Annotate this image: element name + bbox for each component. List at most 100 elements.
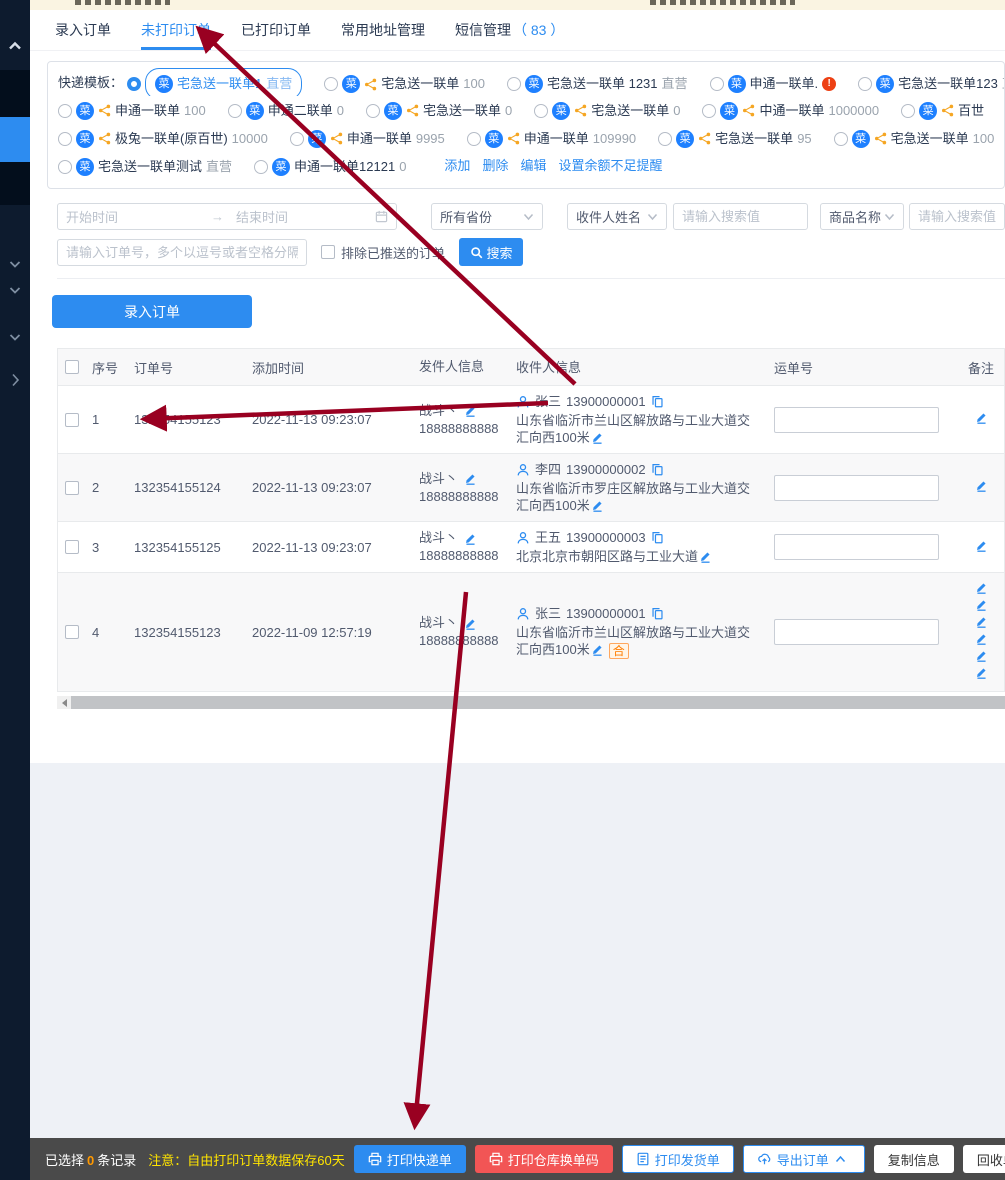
express-template-option[interactable]: 菜宅急送一联单 1231直营	[507, 70, 692, 96]
radio-icon[interactable]	[467, 132, 481, 146]
waybill-input[interactable]	[774, 619, 939, 645]
edit-pencil-icon[interactable]	[591, 643, 604, 656]
waybill-input[interactable]	[774, 534, 939, 560]
radio-icon[interactable]	[834, 132, 848, 146]
edit-pencil-icon[interactable]	[975, 479, 988, 492]
exclude-pushed-checkbox[interactable]	[321, 245, 335, 259]
radio-icon[interactable]	[58, 160, 72, 174]
radio-icon[interactable]	[127, 77, 141, 91]
edit-pencil-icon[interactable]	[975, 615, 988, 628]
edit-pencil-icon[interactable]	[464, 472, 477, 485]
product-name-select[interactable]: 商品名称	[820, 203, 904, 230]
radio-icon[interactable]	[58, 132, 72, 146]
note-edit[interactable]	[975, 411, 988, 428]
radio-icon[interactable]	[658, 132, 672, 146]
note-edit[interactable]	[975, 581, 988, 598]
horizontal-scrollbar[interactable]	[57, 696, 1005, 709]
radio-icon[interactable]	[58, 104, 72, 118]
edit-pencil-icon[interactable]	[464, 532, 477, 545]
express-template-option[interactable]: 菜申通二联单0	[228, 97, 348, 124]
row-checkbox[interactable]	[65, 413, 79, 427]
express-template-option[interactable]: 菜宅急送一联单0	[534, 97, 684, 124]
select-all-checkbox[interactable]	[65, 360, 79, 374]
express-template-option[interactable]: 菜申通一联单121210	[254, 153, 410, 180]
edit-pencil-icon[interactable]	[464, 404, 477, 417]
tab-5[interactable]: 短信管理（ 83 ）	[455, 10, 564, 50]
note-edit[interactable]	[975, 615, 988, 632]
footer-button[interactable]: 打印快递单	[354, 1145, 466, 1173]
copy-icon[interactable]	[651, 395, 664, 408]
chevron-down-icon[interactable]	[0, 282, 30, 300]
chevron-down-icon[interactable]	[0, 329, 30, 347]
tab-1[interactable]: 录入订单	[55, 10, 111, 50]
radio-icon[interactable]	[858, 77, 872, 91]
tab-2[interactable]: 未打印订单	[141, 10, 211, 50]
radio-icon[interactable]	[901, 104, 915, 118]
template-link[interactable]: 编辑	[520, 158, 546, 173]
copy-icon[interactable]	[651, 463, 664, 476]
radio-icon[interactable]	[702, 104, 716, 118]
start-date-placeholder[interactable]: 开始时间	[66, 207, 205, 226]
edit-pencil-icon[interactable]	[975, 581, 988, 594]
note-edit[interactable]	[975, 649, 988, 666]
edit-pencil-icon[interactable]	[975, 649, 988, 662]
row-checkbox[interactable]	[65, 625, 79, 639]
radio-icon[interactable]	[324, 77, 338, 91]
footer-button[interactable]: 导出订单	[743, 1145, 865, 1173]
express-template-option[interactable]: 菜申通一联单9995	[290, 125, 449, 152]
radio-icon[interactable]	[254, 160, 268, 174]
express-template-option[interactable]: 菜宅急送一联单测试直营	[58, 153, 236, 180]
express-template-option[interactable]: 菜宅急送一联单100	[324, 70, 489, 96]
note-edit[interactable]	[975, 539, 988, 556]
scroll-left-button[interactable]	[57, 696, 71, 709]
row-checkbox[interactable]	[65, 540, 79, 554]
copy-icon[interactable]	[651, 607, 664, 620]
radio-icon[interactable]	[366, 104, 380, 118]
note-edit[interactable]	[975, 479, 988, 496]
edit-pencil-icon[interactable]	[975, 411, 988, 424]
express-template-option[interactable]: 菜宅急送一联单100	[834, 125, 999, 152]
express-template-option[interactable]: 菜申通一联单.!	[710, 70, 841, 96]
note-edit[interactable]	[975, 632, 988, 649]
edit-pencil-icon[interactable]	[975, 539, 988, 552]
radio-icon[interactable]	[534, 104, 548, 118]
express-template-option[interactable]: 菜宅急送一联单1直营	[127, 68, 306, 96]
edit-pencil-icon[interactable]	[591, 499, 604, 512]
edit-pencil-icon[interactable]	[975, 598, 988, 611]
radio-icon[interactable]	[710, 77, 724, 91]
date-range-picker[interactable]: 开始时间 → 结束时间	[57, 203, 397, 230]
sidebar-menu-item-active[interactable]	[0, 117, 30, 162]
template-link[interactable]: 删除	[482, 158, 508, 173]
search-value-input[interactable]	[673, 203, 808, 230]
edit-pencil-icon[interactable]	[699, 550, 712, 563]
row-checkbox[interactable]	[65, 481, 79, 495]
footer-button[interactable]: 打印仓库换单码	[475, 1145, 613, 1173]
scrollbar-thumb[interactable]	[71, 696, 1005, 709]
add-order-button[interactable]: 录入订单	[52, 295, 252, 328]
footer-button[interactable]: 打印发货单	[622, 1145, 734, 1173]
footer-button[interactable]: 复制信息	[874, 1145, 954, 1173]
tab-3[interactable]: 已打印订单	[241, 10, 311, 50]
express-template-option[interactable]: 菜宅急送一联单95	[658, 125, 815, 152]
sidebar-menu-block[interactable]	[0, 70, 30, 117]
radio-icon[interactable]	[228, 104, 242, 118]
express-template-option[interactable]: 菜宅急送一联单123直营	[858, 70, 1004, 96]
template-link[interactable]: 添加	[444, 158, 470, 173]
chevron-down-icon[interactable]	[0, 256, 30, 274]
chevron-right-icon[interactable]	[0, 373, 30, 392]
express-template-option[interactable]: 菜百世	[901, 97, 988, 124]
province-select[interactable]: 所有省份	[431, 203, 543, 230]
express-template-option[interactable]: 菜中通一联单1000000	[702, 97, 883, 124]
express-template-option[interactable]: 菜极兔一联单(原百世)10000	[58, 125, 272, 152]
note-edit[interactable]	[975, 598, 988, 615]
chevron-up-icon[interactable]	[0, 38, 30, 56]
search-value-input-2[interactable]	[909, 203, 1005, 230]
search-button[interactable]: 搜索	[459, 238, 523, 266]
end-date-placeholder[interactable]: 结束时间	[230, 207, 375, 226]
radio-icon[interactable]	[290, 132, 304, 146]
order-numbers-input[interactable]	[57, 239, 307, 266]
edit-pencil-icon[interactable]	[464, 617, 477, 630]
note-edit[interactable]	[975, 666, 988, 683]
express-template-option[interactable]: 菜申通一联单109990	[467, 125, 640, 152]
edit-pencil-icon[interactable]	[591, 431, 604, 444]
